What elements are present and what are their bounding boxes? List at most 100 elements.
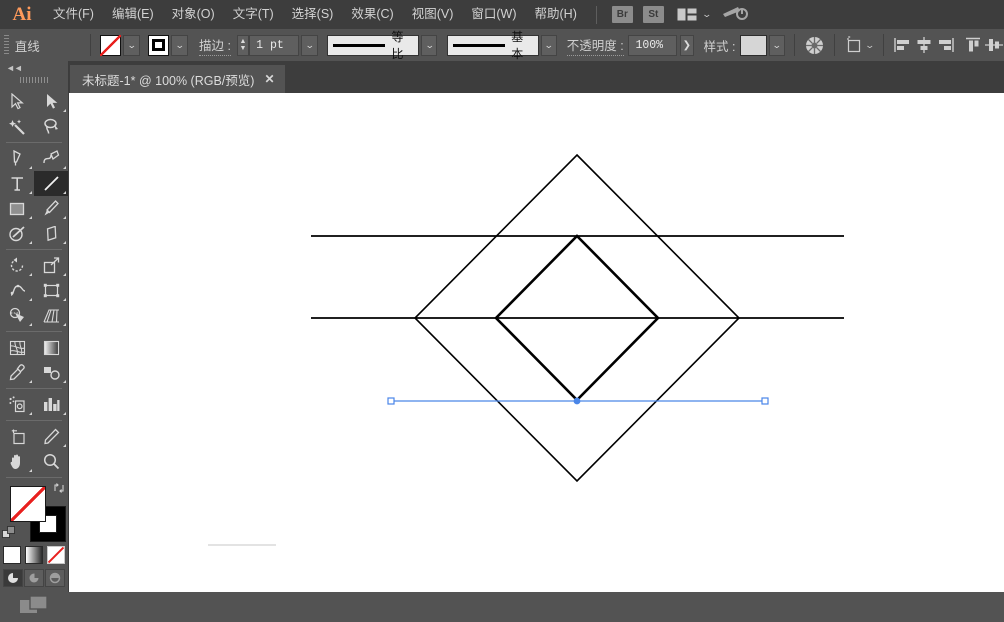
brush-definition-basic[interactable]: 基本 xyxy=(446,30,539,61)
curvature-tool[interactable] xyxy=(34,146,68,171)
opacity-expand-button[interactable]: ❯ xyxy=(679,34,694,56)
blend-tool[interactable] xyxy=(34,360,68,385)
artboard-tool[interactable] xyxy=(0,424,34,449)
align-center-horizontal-icon[interactable] xyxy=(914,34,935,56)
brush-definition-dropdown[interactable]: ⌄ xyxy=(540,34,558,56)
selection-tool[interactable] xyxy=(0,89,34,114)
stroke-profile-dropdown[interactable]: ⌄ xyxy=(421,34,438,56)
workspace-switcher-icon[interactable] xyxy=(722,3,749,26)
menu-object[interactable]: 对象(O) xyxy=(163,0,224,29)
collapse-panel-icon[interactable]: ◄◄ xyxy=(0,61,68,75)
tool-flyout-indicator[interactable] xyxy=(29,298,32,301)
stroke-profile-uniform[interactable]: 等比 xyxy=(327,30,420,61)
column-graph-tool[interactable] xyxy=(34,392,68,417)
tool-flyout-indicator[interactable] xyxy=(63,444,66,447)
tools-panel-grip[interactable] xyxy=(20,75,48,85)
magic-wand-tool[interactable] xyxy=(0,114,34,139)
bridge-button[interactable]: Br xyxy=(611,6,633,23)
stroke-weight-label[interactable]: 描边 : xyxy=(199,35,231,56)
tool-flyout-indicator[interactable] xyxy=(63,241,66,244)
symbol-sprayer-tool[interactable] xyxy=(0,392,34,417)
lasso-tool[interactable] xyxy=(34,114,68,139)
tool-flyout-indicator[interactable] xyxy=(29,273,32,276)
tool-flyout-indicator[interactable] xyxy=(29,241,32,244)
tool-flyout-indicator[interactable] xyxy=(29,469,32,472)
center-point[interactable] xyxy=(573,397,581,405)
pen-tool[interactable] xyxy=(0,146,34,171)
menu-view[interactable]: 视图(V) xyxy=(403,0,463,29)
stroke-weight-input[interactable]: 1 pt xyxy=(249,34,300,56)
rotate-tool[interactable] xyxy=(0,253,34,278)
align-top-icon[interactable] xyxy=(962,34,983,56)
tool-flyout-indicator[interactable] xyxy=(29,216,32,219)
menu-edit[interactable]: 编辑(E) xyxy=(103,0,163,29)
graphic-style-dropdown[interactable]: ⌄ xyxy=(768,34,786,56)
tool-flyout-indicator[interactable] xyxy=(63,380,66,383)
draw-inside-mode[interactable] xyxy=(45,569,65,587)
draw-normal-mode[interactable] xyxy=(3,569,23,587)
transform-icon[interactable] xyxy=(844,34,865,56)
stroke-weight-dropdown[interactable]: ⌄ xyxy=(301,34,318,56)
anchor-point-left[interactable] xyxy=(387,397,395,405)
slice-tool[interactable] xyxy=(34,424,68,449)
default-fill-stroke-icon[interactable] xyxy=(2,526,16,545)
recolor-artwork-icon[interactable] xyxy=(804,34,825,56)
tool-flyout-indicator[interactable] xyxy=(63,109,66,112)
tool-flyout-indicator[interactable] xyxy=(63,191,66,194)
tool-flyout-indicator[interactable] xyxy=(63,166,66,169)
document-tab[interactable]: 未标题-1* @ 100% (RGB/预览) ✕ xyxy=(70,65,285,93)
options-bar-grip[interactable] xyxy=(4,35,9,55)
gradient-tool[interactable] xyxy=(34,335,68,360)
align-right-icon[interactable] xyxy=(934,34,955,56)
stroke-weight-stepper[interactable]: ▲ ▼ xyxy=(236,34,250,56)
line-segment-tool[interactable] xyxy=(34,171,68,196)
anchor-point-right[interactable] xyxy=(761,397,769,405)
transform-chevron-icon[interactable]: ⌄ xyxy=(865,40,876,51)
stock-button[interactable]: St xyxy=(642,6,664,23)
rectangle-tool[interactable] xyxy=(0,196,34,221)
chevron-down-icon[interactable]: ⌄ xyxy=(701,9,712,20)
stroke-color-swatch[interactable] xyxy=(148,34,170,56)
menu-effect[interactable]: 效果(C) xyxy=(342,0,402,29)
tool-flyout-indicator[interactable] xyxy=(29,323,32,326)
tool-flyout-indicator[interactable] xyxy=(63,323,66,326)
mesh-tool[interactable] xyxy=(0,335,34,360)
direct-selection-tool[interactable] xyxy=(34,89,68,114)
eraser-tool[interactable] xyxy=(34,221,68,246)
tool-flyout-indicator[interactable] xyxy=(63,298,66,301)
tool-flyout-indicator[interactable] xyxy=(29,380,32,383)
tool-flyout-indicator[interactable] xyxy=(63,216,66,219)
tool-flyout-indicator[interactable] xyxy=(29,412,32,415)
width-tool[interactable] xyxy=(0,278,34,303)
eyedropper-tool[interactable] xyxy=(0,360,34,385)
free-transform-tool[interactable] xyxy=(34,278,68,303)
menu-file[interactable]: 文件(F) xyxy=(44,0,103,29)
screen-mode-icon[interactable] xyxy=(19,595,49,622)
close-icon[interactable]: ✕ xyxy=(264,73,274,85)
stroke-dropdown[interactable]: ⌄ xyxy=(171,34,188,56)
opacity-label[interactable]: 不透明度 : xyxy=(566,35,624,56)
tool-flyout-indicator[interactable] xyxy=(63,412,66,415)
draw-behind-mode[interactable] xyxy=(24,569,44,587)
zoom-tool[interactable] xyxy=(34,449,68,474)
swap-fill-stroke-icon[interactable] xyxy=(53,482,65,497)
gradient-mode[interactable] xyxy=(25,546,43,564)
opacity-input[interactable]: 100% xyxy=(628,34,677,56)
align-center-vertical-icon[interactable] xyxy=(983,34,1004,56)
color-mode[interactable] xyxy=(3,546,21,564)
tool-flyout-indicator[interactable] xyxy=(63,273,66,276)
menu-window[interactable]: 窗口(W) xyxy=(462,0,525,29)
none-mode[interactable] xyxy=(47,546,65,564)
menu-select[interactable]: 选择(S) xyxy=(283,0,343,29)
tool-flyout-indicator[interactable] xyxy=(29,191,32,194)
hand-tool[interactable] xyxy=(0,449,34,474)
type-tool[interactable] xyxy=(0,171,34,196)
arrange-documents-icon[interactable] xyxy=(677,8,697,21)
graphic-style-swatch[interactable] xyxy=(740,34,767,56)
tool-flyout-indicator[interactable] xyxy=(29,166,32,169)
fill-swatch[interactable] xyxy=(10,486,46,522)
perspective-grid-tool[interactable] xyxy=(34,303,68,328)
shaper-tool[interactable] xyxy=(0,221,34,246)
scale-tool[interactable] xyxy=(34,253,68,278)
paintbrush-tool[interactable] xyxy=(34,196,68,221)
